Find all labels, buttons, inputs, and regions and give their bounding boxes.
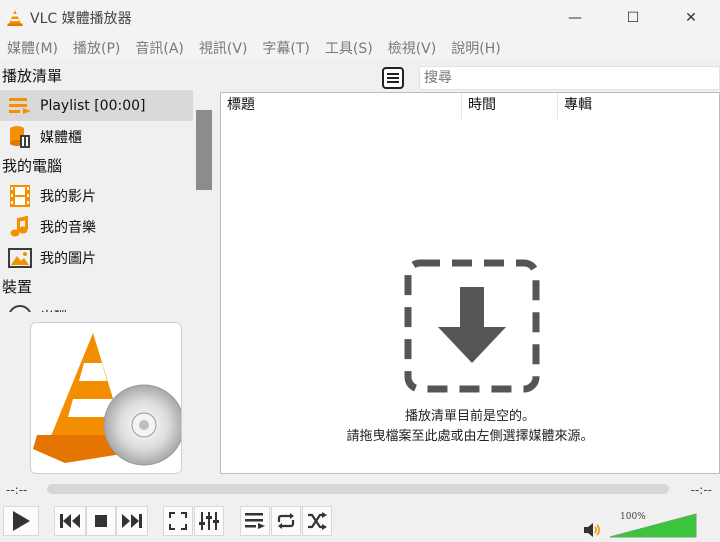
sidebar-item-disc[interactable]: 光碟	[0, 301, 214, 312]
menu-media[interactable]: 媒體(M)	[0, 38, 66, 58]
sidebar-scrollbar[interactable]	[196, 110, 212, 190]
fullscreen-button[interactable]	[163, 506, 193, 536]
playlist-toggle-icon	[245, 513, 265, 529]
menu-tools[interactable]: 工具(S)	[318, 38, 381, 58]
next-icon	[122, 514, 142, 528]
shuffle-icon	[308, 512, 327, 530]
sidebar: 播放清單 Playlist [00:00] 媒體櫃 我的電腦 我的影片 我的音樂	[0, 62, 214, 312]
sidebar-item-label: 媒體櫃	[40, 129, 82, 146]
stop-icon	[95, 515, 107, 527]
menu-help[interactable]: 說明(H)	[444, 38, 508, 58]
previous-icon	[60, 514, 80, 528]
close-button[interactable]: ✕	[662, 0, 720, 36]
menu-view[interactable]: 檢視(V)	[381, 38, 445, 58]
loop-icon	[277, 513, 295, 529]
list-view-icon	[382, 67, 404, 89]
search-input[interactable]	[419, 66, 720, 90]
play-button[interactable]	[3, 506, 39, 536]
playlist-panel[interactable]: 標題 時間 專輯 播放清單目前是空的。 請拖曳檔案至此處或由左側選擇媒體來源。	[220, 92, 720, 474]
computer-section-title: 我的電腦	[2, 157, 63, 175]
sidebar-item-music[interactable]: 我的音樂	[0, 211, 214, 242]
sidebar-item-label: Playlist [00:00]	[40, 97, 146, 114]
loop-button[interactable]	[271, 506, 301, 536]
playlist-view-toggle-button[interactable]	[382, 67, 404, 89]
picture-icon	[8, 246, 32, 270]
previous-button[interactable]	[54, 506, 86, 536]
sidebar-item-label: 我的音樂	[40, 219, 96, 236]
disc-icon	[8, 304, 32, 312]
next-button[interactable]	[116, 506, 148, 536]
column-duration[interactable]: 時間	[462, 93, 558, 119]
devices-section-title: 裝置	[2, 278, 33, 296]
sidebar-item-pictures[interactable]: 我的圖片	[0, 242, 214, 273]
volume-slider[interactable]	[608, 512, 698, 538]
playlist-section-title: 播放清單	[2, 67, 63, 85]
equalizer-icon	[199, 512, 219, 530]
column-album[interactable]: 專輯	[558, 93, 719, 119]
vlc-window: VLC 媒體播放器 — ☐ ✕ 媒體(M) 播放(P) 音訊(A) 視訊(V) …	[0, 0, 720, 542]
shuffle-button[interactable]	[302, 506, 332, 536]
empty-playlist-message: 播放清單目前是空的。	[404, 409, 535, 424]
playlist-header: 標題 時間 專輯	[221, 93, 719, 119]
toggle-playlist-button[interactable]	[240, 506, 270, 536]
film-icon	[8, 184, 32, 208]
menu-audio[interactable]: 音訊(A)	[128, 38, 192, 58]
seek-slider[interactable]	[47, 484, 669, 494]
sidebar-item-library[interactable]: 媒體櫃	[0, 121, 214, 152]
sidebar-item-label: 光碟	[40, 307, 68, 313]
vlc-cone-icon	[7, 10, 23, 26]
library-icon	[8, 125, 32, 149]
elapsed-time: --:--	[6, 483, 28, 497]
album-art	[30, 322, 182, 474]
extended-settings-button[interactable]	[194, 506, 224, 536]
sidebar-item-label: 我的影片	[40, 188, 96, 205]
menu-bar: 媒體(M) 播放(P) 音訊(A) 視訊(V) 字幕(T) 工具(S) 檢視(V…	[0, 36, 720, 60]
playlist-icon	[8, 94, 32, 118]
vlc-cone-disc-art	[33, 333, 181, 466]
stop-button[interactable]	[86, 506, 116, 536]
menu-playback[interactable]: 播放(P)	[66, 38, 128, 58]
empty-playlist-hint: 請拖曳檔案至此處或由左側選擇媒體來源。	[346, 429, 594, 444]
drop-zone-download-icon	[404, 259, 540, 393]
music-note-icon	[8, 215, 32, 239]
window-title: VLC 媒體播放器	[30, 11, 132, 27]
play-icon	[13, 511, 30, 531]
column-title[interactable]: 標題	[221, 93, 462, 119]
menu-video[interactable]: 視訊(V)	[192, 38, 256, 58]
minimize-button[interactable]: —	[546, 0, 604, 36]
title-bar: VLC 媒體播放器 — ☐ ✕	[0, 0, 720, 36]
speaker-icon[interactable]	[584, 522, 602, 538]
maximize-button[interactable]: ☐	[604, 0, 662, 36]
menu-subtitle[interactable]: 字幕(T)	[255, 38, 317, 58]
fullscreen-icon	[169, 512, 187, 530]
sidebar-item-label: 我的圖片	[40, 250, 96, 267]
sidebar-item-videos[interactable]: 我的影片	[0, 180, 214, 211]
sidebar-item-playlist[interactable]: Playlist [00:00]	[0, 90, 193, 121]
remaining-time[interactable]: --:--	[691, 483, 712, 497]
